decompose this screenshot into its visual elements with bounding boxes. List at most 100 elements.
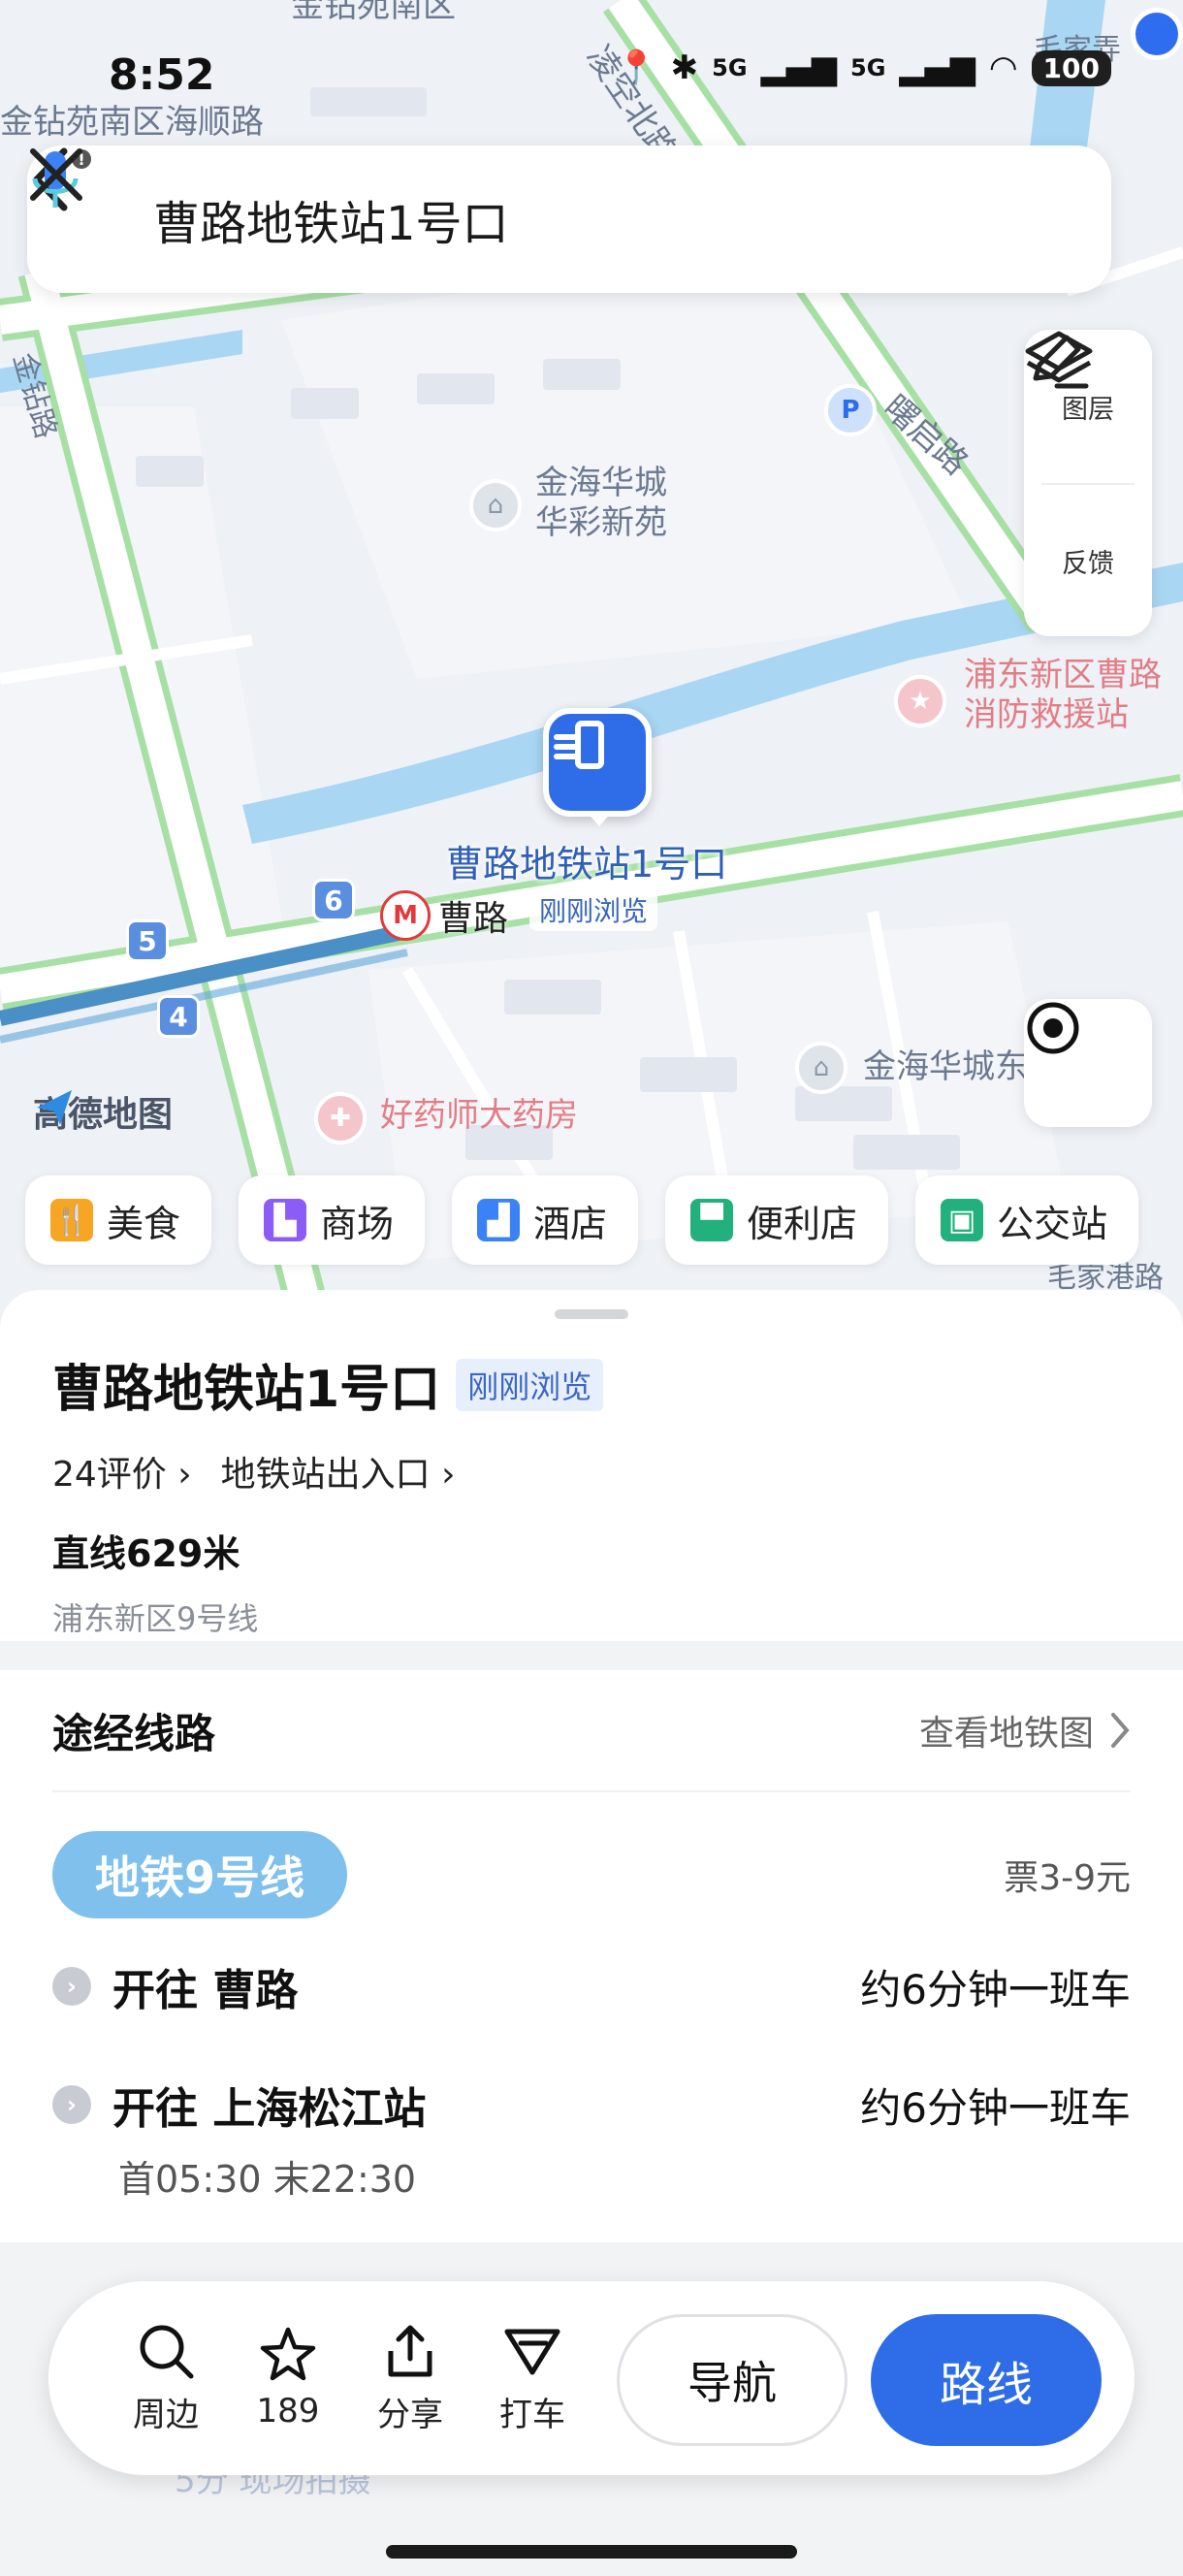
reviews-link[interactable]: 24评价 ›: [52, 1446, 192, 1497]
star-icon: [260, 2327, 316, 2381]
share-icon: [388, 2325, 432, 2376]
nearby-label: 周边: [133, 2395, 199, 2434]
place-category: 地铁站出入口: [220, 1455, 431, 1495]
view-metro-map-label: 查看地铁图: [918, 1714, 1094, 1754]
chip-food[interactable]: 🍴 美食: [25, 1175, 212, 1265]
feedback-button[interactable]: 反馈: [1033, 335, 1135, 636]
direction-destination: 开往 曹路: [112, 1966, 299, 2015]
direction-arrow-icon: ›: [52, 2085, 91, 2124]
edit-pen-icon: [1033, 335, 1089, 389]
taxi-label: 打车: [499, 2395, 565, 2434]
map-label-poi[interactable]: 浦东新区曹路 消防救援站: [964, 656, 1162, 735]
selected-place-marker[interactable]: [543, 708, 652, 817]
marker-label[interactable]: 曹路地铁站1号口: [446, 834, 727, 887]
distance: 直线629米: [52, 1532, 240, 1575]
view-metro-map-link[interactable]: 查看地铁图: [919, 1705, 1131, 1755]
layers-label: 图层: [1062, 394, 1114, 425]
clock: 8:52: [109, 50, 215, 100]
direction-frequency: 约6分钟一班车: [860, 1965, 1131, 2013]
status-icons: 📍 ✱ 5G ▂▄▆ 5G ▂▄▆ ◠ 100: [616, 48, 1111, 87]
recent-tag: 刚刚浏览: [456, 1358, 604, 1411]
marker-pointer: [586, 811, 613, 826]
search-input[interactable]: 曹路地铁站1号口: [153, 185, 890, 253]
location-icon: 📍: [616, 48, 657, 87]
map-label-poi[interactable]: 好药师大药房: [380, 1096, 578, 1136]
sheet-grabber[interactable]: [555, 1309, 628, 1319]
fare: 票3-9元: [1004, 1858, 1131, 1898]
feedback-label: 反馈: [1062, 548, 1114, 579]
store-icon: ▀: [690, 1199, 734, 1241]
chip-label: 美食: [107, 1202, 181, 1245]
metro-line-badge: 6: [312, 879, 355, 921]
metro-station-label[interactable]: M 曹路: [380, 890, 508, 941]
nearby-button[interactable]: 周边: [105, 2322, 227, 2435]
locate-me-button[interactable]: [1024, 999, 1152, 1127]
metro-line-badge: 4: [157, 995, 200, 1038]
share-button[interactable]: 分享: [349, 2322, 471, 2435]
routes-title: 途经线路: [52, 1709, 216, 1757]
search-icon: [140, 2325, 194, 2378]
locate-icon: [1027, 1002, 1079, 1054]
routes-card: 途经线路 查看地铁图 地铁9号线 票3-9元 › 开往 曹路 约6分钟一班车 ›…: [0, 1670, 1183, 2242]
chip-label: 公交站: [997, 1202, 1108, 1245]
direction-row[interactable]: › 开往 上海松江站 约6分钟一班车: [52, 2074, 1131, 2136]
close-button[interactable]: [30, 145, 1094, 293]
district: 浦东新区9号线: [52, 1600, 259, 1637]
signal-icon: ▂▄▆: [899, 48, 975, 87]
user-location-dot: [1131, 8, 1183, 60]
first-last-train: 首05:30 末22:30: [118, 2158, 417, 2201]
navigate-button[interactable]: 导航: [617, 2314, 847, 2446]
home-indicator[interactable]: [386, 2545, 797, 2559]
direction-frequency: 约6分钟一班车: [860, 2083, 1131, 2132]
map-label-poi[interactable]: 金海华城东: [863, 1047, 1028, 1087]
share-label: 分享: [377, 2395, 443, 2434]
chip-mall[interactable]: ▙ 商场: [239, 1175, 426, 1265]
favorite-button[interactable]: 189: [227, 2326, 349, 2431]
chip-label: 便利店: [747, 1202, 858, 1245]
signal-icon: ▂▄▆: [760, 48, 838, 87]
residential-icon[interactable]: ⌂: [469, 479, 522, 531]
metro-line-badge: 5: [126, 919, 169, 962]
network-label: 5G: [712, 54, 748, 81]
voice-search-button[interactable]: !: [32, 145, 987, 293]
chevron-right-icon: ›: [177, 1455, 192, 1495]
chip-convenience-store[interactable]: ▀ 便利店: [665, 1175, 889, 1265]
taxi-icon: [504, 2329, 560, 2374]
residential-icon[interactable]: ⌂: [795, 1042, 847, 1094]
direction-destination: 开往 上海松江站: [112, 2084, 427, 2134]
station-name: 曹路: [438, 899, 509, 939]
direction-arrow-icon: ›: [52, 1967, 91, 2006]
direction-row[interactable]: › 开往 曹路 约6分钟一班车: [52, 1955, 1131, 2017]
map-view[interactable]: 金钻苑南区 金钻苑南区海顺路 凌空北路 金钻路 曙启路 ⌂ 金海华城 华彩新苑 …: [0, 0, 1183, 1319]
bluetooth-icon: ✱: [670, 48, 699, 87]
shanghai-metro-icon: M: [380, 890, 431, 941]
amap-logo: 高德地图: [33, 1086, 173, 1137]
status-bar: 8:52 📍 ✱ 5G ▂▄▆ 5G ▂▄▆ ◠ 100: [0, 0, 1183, 136]
route-button[interactable]: 路线: [871, 2314, 1102, 2446]
category-link[interactable]: 地铁站出入口 ›: [221, 1446, 456, 1497]
search-bar: 曹路地铁站1号口 !: [27, 145, 1111, 293]
bottom-action-bar: 周边 189 分享 打车 导航 路线: [48, 2281, 1135, 2475]
bus-icon: ▣: [941, 1199, 984, 1241]
taxi-button[interactable]: 打车: [471, 2322, 593, 2435]
chevron-right-icon: ›: [441, 1455, 456, 1495]
map-label-poi[interactable]: 金海华城 华彩新苑: [535, 464, 667, 543]
chevron-right-icon: [1111, 1713, 1130, 1748]
hotel-icon: ▟: [477, 1199, 521, 1241]
chip-bus-stop[interactable]: ▣ 公交站: [915, 1175, 1139, 1265]
food-icon: 🍴: [50, 1199, 93, 1241]
network-label: 5G: [850, 54, 886, 81]
reviews-count: 24评价: [52, 1455, 167, 1495]
parking-icon[interactable]: P: [824, 384, 877, 436]
fire-station-icon[interactable]: ★: [894, 675, 946, 727]
mall-icon: ▙: [264, 1199, 307, 1241]
pharmacy-icon[interactable]: ✚: [314, 1092, 367, 1144]
chip-hotel[interactable]: ▟ 酒店: [452, 1175, 639, 1265]
amap-logo-icon: [37, 1090, 72, 1125]
chip-label: 酒店: [533, 1202, 608, 1245]
favorites-count: 189: [256, 2392, 320, 2431]
wifi-icon: ◠: [988, 48, 1018, 87]
metro-line-pill[interactable]: 地铁9号线: [52, 1831, 348, 1918]
category-chips: 🍴 美食 ▙ 商场 ▟ 酒店 ▀ 便利店 ▣ 公交站: [25, 1175, 1139, 1265]
chip-label: 商场: [320, 1202, 395, 1245]
